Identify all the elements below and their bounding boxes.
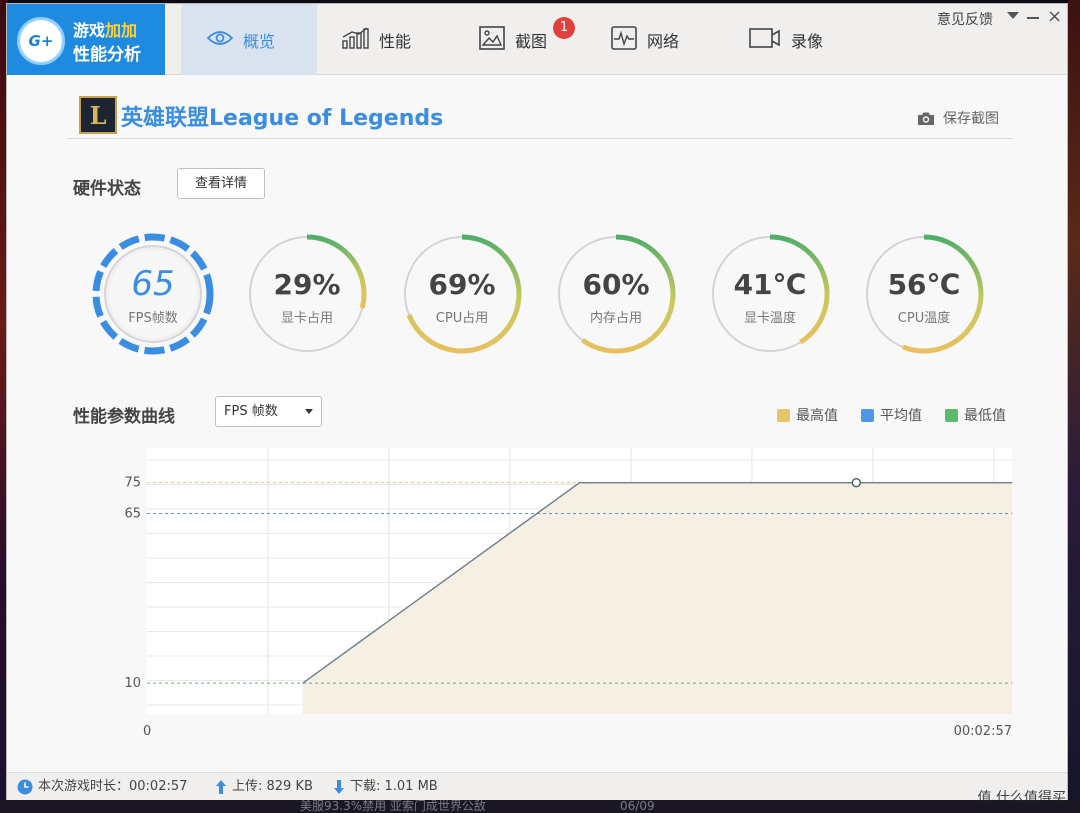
legend-avg-swatch xyxy=(861,408,874,422)
bar-chart-icon xyxy=(341,26,369,53)
legend-max-label: 最高值 xyxy=(796,408,838,424)
data-point-marker xyxy=(851,477,861,488)
dropdown-arrow-icon[interactable] xyxy=(1007,12,1019,19)
tab-performance[interactable]: 性能 xyxy=(341,4,411,75)
close-icon[interactable]: × xyxy=(1047,8,1062,26)
gpu-usage-value: 29% xyxy=(273,268,341,301)
memory-usage-gauge: 60% 内存占用 xyxy=(554,232,678,356)
tab-overview[interactable]: 概览 xyxy=(181,4,317,75)
desktop-taskbar: 美服93.3%禁用 亚索门成世界公敌 06/09 xyxy=(0,799,1080,813)
cpu-temp-value: 56℃ xyxy=(887,268,961,301)
y-tick-label: 65 xyxy=(124,507,141,522)
game-icon: L xyxy=(79,96,117,134)
legend-avg-label: 平均值 xyxy=(880,408,922,424)
legend-min-swatch xyxy=(945,408,958,422)
cpu-usage-value: 69% xyxy=(428,268,496,301)
y-tick-label: 75 xyxy=(124,476,141,491)
memory-usage-value: 60% xyxy=(582,268,650,301)
logo-title-line1: 游戏加加 xyxy=(73,17,137,41)
clock-icon xyxy=(17,779,33,795)
x-start-label: 0 xyxy=(143,724,151,739)
divider xyxy=(67,138,1013,139)
cpu-temp-label: CPU温度 xyxy=(897,311,951,326)
upload-stat-text: 上传: 829 KB xyxy=(232,779,313,794)
metric-select-value: FPS 帧数 xyxy=(224,404,278,419)
tab-performance-label: 性能 xyxy=(379,31,412,51)
camera-icon xyxy=(918,112,934,125)
tab-recording[interactable]: 录像 xyxy=(749,4,823,75)
upload-arrow-icon xyxy=(216,780,226,794)
app-logo: G+ 游戏加加 性能分析 xyxy=(7,4,165,75)
upload-stat: 上传: 829 KB xyxy=(215,773,313,801)
tab-network[interactable]: 网络 xyxy=(611,4,679,75)
logo-title-part2: 加加 xyxy=(105,21,138,40)
cpu-usage-gauge: 69% CPU占用 xyxy=(400,232,524,356)
gpu-usage-label: 显卡占用 xyxy=(280,311,333,326)
legend-min-label: 最低值 xyxy=(964,408,1006,424)
tab-overview-label: 概览 xyxy=(243,31,276,51)
app-window: G+ 游戏加加 性能分析 概览 性能 截图 1 网络 录像 意见反馈 × L 英… xyxy=(6,3,1068,800)
fps-label: FPS帧数 xyxy=(128,311,178,326)
logo-title-line2: 性能分析 xyxy=(73,45,141,65)
legend-max-swatch xyxy=(777,408,790,422)
download-stat: 下载: 1.01 MB xyxy=(333,773,438,801)
download-stat-text: 下载: 1.01 MB xyxy=(350,779,438,794)
download-arrow-icon xyxy=(334,780,344,794)
game-title: 英雄联盟League of Legends xyxy=(121,106,444,131)
cpu-usage-label: CPU占用 xyxy=(435,311,489,326)
cpu-temp-gauge: 56℃ CPU温度 xyxy=(862,232,986,356)
logo-badge: G+ xyxy=(17,17,65,65)
gpu-temp-value: 41℃ xyxy=(733,268,807,301)
legend-max: 最高值 xyxy=(777,405,838,425)
logo-title-part1: 游戏 xyxy=(73,21,106,40)
tab-recording-label: 录像 xyxy=(791,31,824,51)
game-icon-letter: L xyxy=(89,100,107,130)
status-bar: 本次游戏时长：00:02:57 上传: 829 KB 下载: 1.01 MB xyxy=(7,772,1067,800)
legend-avg: 平均值 xyxy=(861,405,922,425)
performance-curve-title: 性能参数曲线 xyxy=(73,407,175,427)
gpu-temp-label: 显卡温度 xyxy=(743,311,796,326)
memory-usage-label: 内存占用 xyxy=(589,311,642,326)
gpu-usage-gauge: 29% 显卡占用 xyxy=(245,232,369,356)
desktop-background-right xyxy=(1068,0,1080,813)
fps-value: 65 xyxy=(131,264,175,304)
feedback-link[interactable]: 意见反馈 xyxy=(937,9,993,29)
legend-min: 最低值 xyxy=(945,405,1006,425)
top-navigation-bar: G+ 游戏加加 性能分析 概览 性能 截图 1 网络 录像 意见反馈 × xyxy=(7,4,1067,75)
metric-select[interactable]: FPS 帧数 xyxy=(215,396,322,427)
notification-badge: 1 xyxy=(553,17,575,39)
hardware-status-title: 硬件状态 xyxy=(73,179,141,199)
video-camera-icon xyxy=(749,27,781,53)
x-end-label: 00:02:57 xyxy=(954,724,1012,739)
y-tick-label: 10 xyxy=(124,676,141,691)
session-duration-text: 本次游戏时长：00:02:57 xyxy=(38,779,188,794)
fps-gauge: 65 FPS帧数 xyxy=(91,232,215,356)
eye-icon xyxy=(206,30,234,50)
logo-mark-text: G+ xyxy=(28,32,54,50)
gpu-temp-gauge: 41℃ 显卡温度 xyxy=(708,232,832,356)
minimize-icon[interactable] xyxy=(1027,17,1039,19)
taskbar-news-text: 美服93.3%禁用 亚索门成世界公敌 xyxy=(300,799,486,813)
tab-screenshot[interactable]: 截图 xyxy=(479,4,547,75)
view-details-button[interactable]: 查看详情 xyxy=(177,168,265,199)
pulse-icon xyxy=(611,25,637,54)
image-icon xyxy=(479,25,505,54)
watermark: 值 什么值得买 xyxy=(977,790,1066,806)
chevron-down-icon xyxy=(305,409,313,414)
session-duration: 本次游戏时长：00:02:57 xyxy=(17,773,187,801)
tab-screenshot-label: 截图 xyxy=(515,31,548,51)
save-screenshot-button[interactable]: 保存截图 xyxy=(917,108,999,128)
taskbar-date: 06/09 xyxy=(620,799,655,813)
tab-network-label: 网络 xyxy=(647,31,680,51)
fps-curve-chart: 75 65 10 0 00:02:57 xyxy=(124,448,1012,739)
save-screenshot-label: 保存截图 xyxy=(943,111,999,127)
